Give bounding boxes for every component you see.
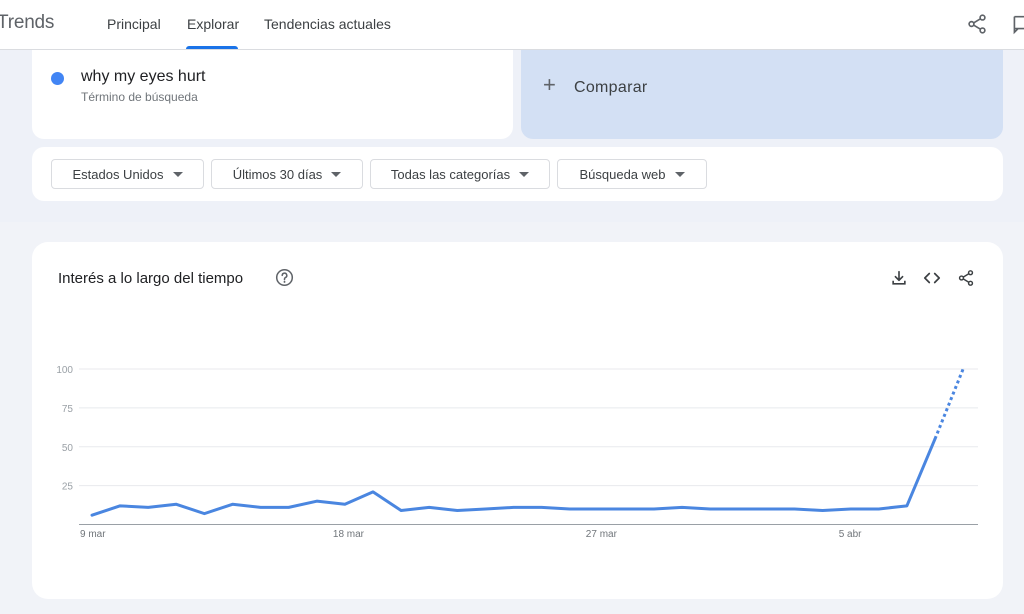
x-tick-label: 5 abr (839, 529, 862, 540)
search-term-subtitle: Término de búsqueda (81, 90, 198, 104)
x-tick-label: 9 mar (80, 529, 106, 540)
series-line (90, 437, 937, 517)
active-tab-indicator (186, 46, 238, 49)
filter-bar: Estados Unidos Últimos 30 días Todas las… (32, 147, 1003, 201)
filter-category-dropdown[interactable]: Todas las categorías (370, 159, 550, 189)
app-logo-text[interactable]: Trends (0, 12, 54, 34)
x-tick-label: 27 mar (586, 529, 618, 540)
caret-down-icon (331, 171, 342, 177)
y-tick-label: 25 (62, 482, 74, 493)
series-partial-line (933, 368, 965, 440)
interest-over-time-card: Interés a lo largo del tiempo 25 50 75 100 9… (32, 242, 1003, 599)
compare-button[interactable]: + Comparar (521, 50, 1003, 139)
filter-search-type-dropdown[interactable]: Búsqueda web (557, 159, 707, 189)
tab-explorar[interactable]: Explorar (187, 16, 239, 32)
caret-down-icon (519, 171, 530, 177)
filter-region-dropdown[interactable]: Estados Unidos (51, 159, 204, 189)
caret-down-icon (172, 171, 183, 177)
caret-down-icon (674, 171, 685, 177)
filter-time-label: Últimos 30 días (232, 166, 323, 182)
filter-search-type-label: Búsqueda web (579, 166, 666, 182)
tab-principal[interactable]: Principal (107, 16, 161, 32)
interest-line-chart[interactable]: 25 50 75 100 9 mar 18 mar 27 mar 5 abr (32, 242, 1003, 599)
share-icon[interactable] (966, 13, 988, 35)
y-tick-label: 75 (62, 404, 74, 415)
compare-label: Comparar (574, 79, 648, 96)
y-tick-label: 100 (56, 365, 73, 376)
search-term-text[interactable]: why my eyes hurt (81, 68, 205, 86)
series-color-dot (51, 72, 64, 85)
tab-tendencias-actuales[interactable]: Tendencias actuales (264, 16, 391, 32)
filter-category-label: Todas las categorías (390, 166, 511, 182)
filter-region-label: Estados Unidos (72, 166, 164, 182)
y-tick-label: 50 (62, 443, 74, 454)
filter-time-dropdown[interactable]: Últimos 30 días (211, 159, 363, 189)
feedback-icon[interactable] (1011, 13, 1024, 35)
x-tick-label: 18 mar (333, 529, 365, 540)
plus-icon: + (543, 72, 556, 97)
top-bar: Trends Principal Explorar Tendencias act… (0, 0, 1024, 50)
search-term-card[interactable]: why my eyes hurt Término de búsqueda (32, 50, 513, 139)
